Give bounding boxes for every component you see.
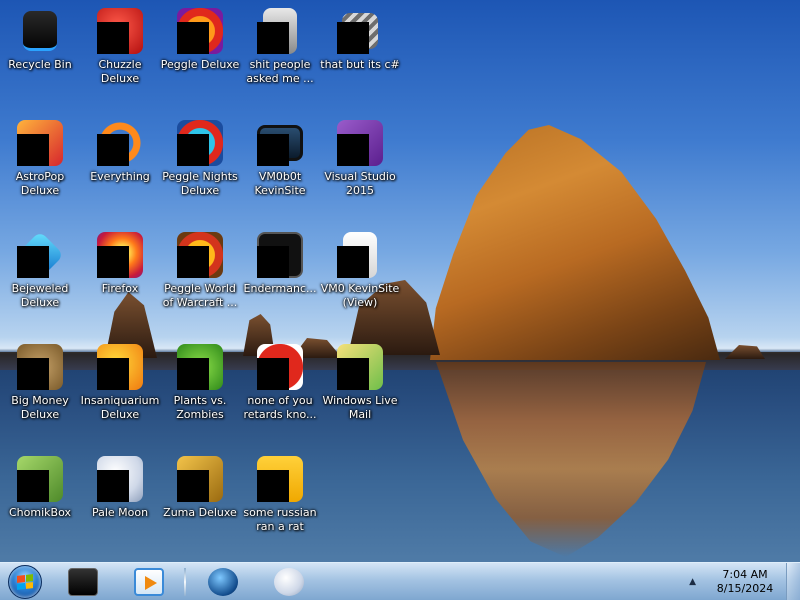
globe-icon bbox=[208, 567, 238, 596]
windows-logo-icon bbox=[17, 573, 33, 590]
desktop-icon-label: Windows Live Mail bbox=[322, 394, 398, 421]
desktop-icon-label: Peggle World of Warcraft ... bbox=[162, 282, 238, 309]
desktop-icon-label: Recycle Bin bbox=[8, 58, 72, 71]
redaction-box bbox=[17, 470, 49, 502]
desktop-icon-folder-shit-people[interactable]: shit people asked me ... bbox=[240, 6, 320, 86]
redaction-box bbox=[257, 470, 289, 502]
windows-start-orb-icon bbox=[8, 564, 42, 599]
redaction-box bbox=[177, 470, 209, 502]
desktop-icon-recycle-bin[interactable]: Recycle Bin bbox=[0, 6, 80, 72]
redaction-box bbox=[17, 246, 49, 278]
pale-moon-icon bbox=[274, 567, 304, 596]
desktop-icon-everything[interactable]: Everything bbox=[80, 118, 160, 184]
desktop-icon-label: shit people asked me ... bbox=[246, 58, 314, 85]
taskbar-pinned-media-player[interactable] bbox=[120, 565, 178, 599]
show-desktop-button[interactable] bbox=[786, 562, 800, 600]
redaction-box bbox=[17, 358, 49, 390]
terminal-icon bbox=[68, 567, 98, 596]
desktop-icon-label: Everything bbox=[90, 170, 150, 183]
redaction-box bbox=[17, 134, 49, 166]
desktop-icon-endermanch[interactable]: Endermanc... bbox=[240, 230, 320, 296]
redaction-box bbox=[97, 470, 129, 502]
desktop-icon-label: ChomikBox bbox=[9, 506, 71, 519]
desktop-icon-label: Bejeweled Deluxe bbox=[11, 282, 69, 309]
redaction-box bbox=[97, 246, 129, 278]
wallpaper-rock-reflection bbox=[436, 362, 706, 557]
taskbar-pinned-terminal[interactable] bbox=[54, 565, 112, 599]
desktop-icon-label: Chuzzle Deluxe bbox=[98, 58, 142, 85]
desktop-icon-label: Zuma Deluxe bbox=[163, 506, 237, 519]
media-player-icon bbox=[134, 567, 164, 596]
desktop-icon-some-russian[interactable]: some russian ran a rat bbox=[240, 454, 320, 534]
wallpaper-haystack-rock bbox=[430, 125, 720, 360]
desktop-icon-label: that but its c# bbox=[320, 58, 400, 71]
redaction-box bbox=[337, 246, 369, 278]
desktop-icon-label: Pale Moon bbox=[91, 506, 149, 519]
desktop-icon-peggle-nights[interactable]: Peggle Nights Deluxe bbox=[160, 118, 240, 198]
desktop-icon-none-of-you[interactable]: none of you retards kno... bbox=[240, 342, 320, 422]
desktop-icon-big-money[interactable]: Big Money Deluxe bbox=[0, 342, 80, 422]
desktop-icon-label: Peggle Deluxe bbox=[160, 58, 240, 71]
redaction-box bbox=[97, 134, 129, 166]
start-button[interactable] bbox=[4, 563, 46, 600]
show-hidden-icons-chevron-icon[interactable]: ▲ bbox=[689, 577, 696, 587]
desktop-icon-label: VM0 KevinSite (View) bbox=[320, 282, 400, 309]
desktop-icon-pale-moon[interactable]: Pale Moon bbox=[80, 454, 160, 520]
redaction-box bbox=[337, 22, 369, 54]
redaction-box bbox=[177, 22, 209, 54]
desktop-icon-label: AstroPop Deluxe bbox=[15, 170, 65, 197]
redaction-box bbox=[177, 134, 209, 166]
desktop-icon-label: VM0b0t KevinSite bbox=[254, 170, 306, 197]
desktop-icon-peggle[interactable]: Peggle Deluxe bbox=[160, 6, 240, 72]
taskbar: ▲ 7:04 AM 8/15/2024 bbox=[0, 562, 800, 600]
redaction-box bbox=[257, 134, 289, 166]
taskbar-pinned-pale-moon[interactable] bbox=[260, 565, 318, 599]
redaction-box bbox=[257, 22, 289, 54]
desktop-icon-that-but-its-csharp[interactable]: that but its c# bbox=[320, 6, 400, 72]
redaction-box bbox=[257, 246, 289, 278]
desktop-icon-zuma[interactable]: Zuma Deluxe bbox=[160, 454, 240, 520]
desktop-icon-label: Visual Studio 2015 bbox=[324, 170, 396, 197]
redaction-box bbox=[257, 358, 289, 390]
redaction-box bbox=[177, 358, 209, 390]
taskbar-pinned-globe[interactable] bbox=[194, 565, 252, 599]
desktop-icon-insaniquarium[interactable]: Insaniquarium Deluxe bbox=[80, 342, 160, 422]
clock-date: 8/15/2024 bbox=[716, 581, 774, 595]
redaction-box bbox=[337, 358, 369, 390]
redaction-box bbox=[97, 358, 129, 390]
desktop-icon-visual-studio[interactable]: Visual Studio 2015 bbox=[320, 118, 400, 198]
clock-time: 7:04 AM bbox=[722, 567, 768, 581]
taskbar-separator bbox=[184, 567, 186, 596]
recycle-bin-icon bbox=[23, 11, 57, 51]
desktop-icon-label: none of you retards kno... bbox=[243, 394, 317, 421]
redaction-box bbox=[337, 134, 369, 166]
desktop-icon-peggle-wow[interactable]: Peggle World of Warcraft ... bbox=[160, 230, 240, 310]
desktop-icon-vm0-kevinsite-view[interactable]: VM0 KevinSite (View) bbox=[320, 230, 400, 310]
desktop-icon-label: Peggle Nights Deluxe bbox=[162, 170, 238, 197]
clock[interactable]: 7:04 AM 8/15/2024 bbox=[710, 568, 780, 596]
desktop-icon-bejeweled[interactable]: Bejeweled Deluxe bbox=[0, 230, 80, 310]
redaction-box bbox=[177, 246, 209, 278]
desktop-icon-windows-live-mail[interactable]: Windows Live Mail bbox=[320, 342, 400, 422]
desktop-icon-label: Insaniquarium Deluxe bbox=[80, 394, 160, 421]
desktop-icon-chuzzle[interactable]: Chuzzle Deluxe bbox=[80, 6, 160, 86]
desktop-icon-vm0b0t-kevinsite[interactable]: VM0b0t KevinSite bbox=[240, 118, 320, 198]
desktop-icon-firefox[interactable]: Firefox bbox=[80, 230, 160, 296]
redaction-box bbox=[97, 22, 129, 54]
desktop-icon-label: Big Money Deluxe bbox=[11, 394, 69, 421]
desktop-icon-label: Firefox bbox=[101, 282, 139, 295]
system-tray: ▲ 7:04 AM 8/15/2024 bbox=[689, 562, 800, 600]
desktop-icon-chomikbox[interactable]: ChomikBox bbox=[0, 454, 80, 520]
desktop-icon-label: some russian ran a rat bbox=[243, 506, 317, 533]
desktop-icon-plants-vs-zombies[interactable]: Plants vs. Zombies bbox=[160, 342, 240, 422]
desktop-icon-label: Endermanc... bbox=[243, 282, 317, 295]
desktop-icon-astropop[interactable]: AstroPop Deluxe bbox=[0, 118, 80, 198]
desktop-icon-label: Plants vs. Zombies bbox=[173, 394, 227, 421]
